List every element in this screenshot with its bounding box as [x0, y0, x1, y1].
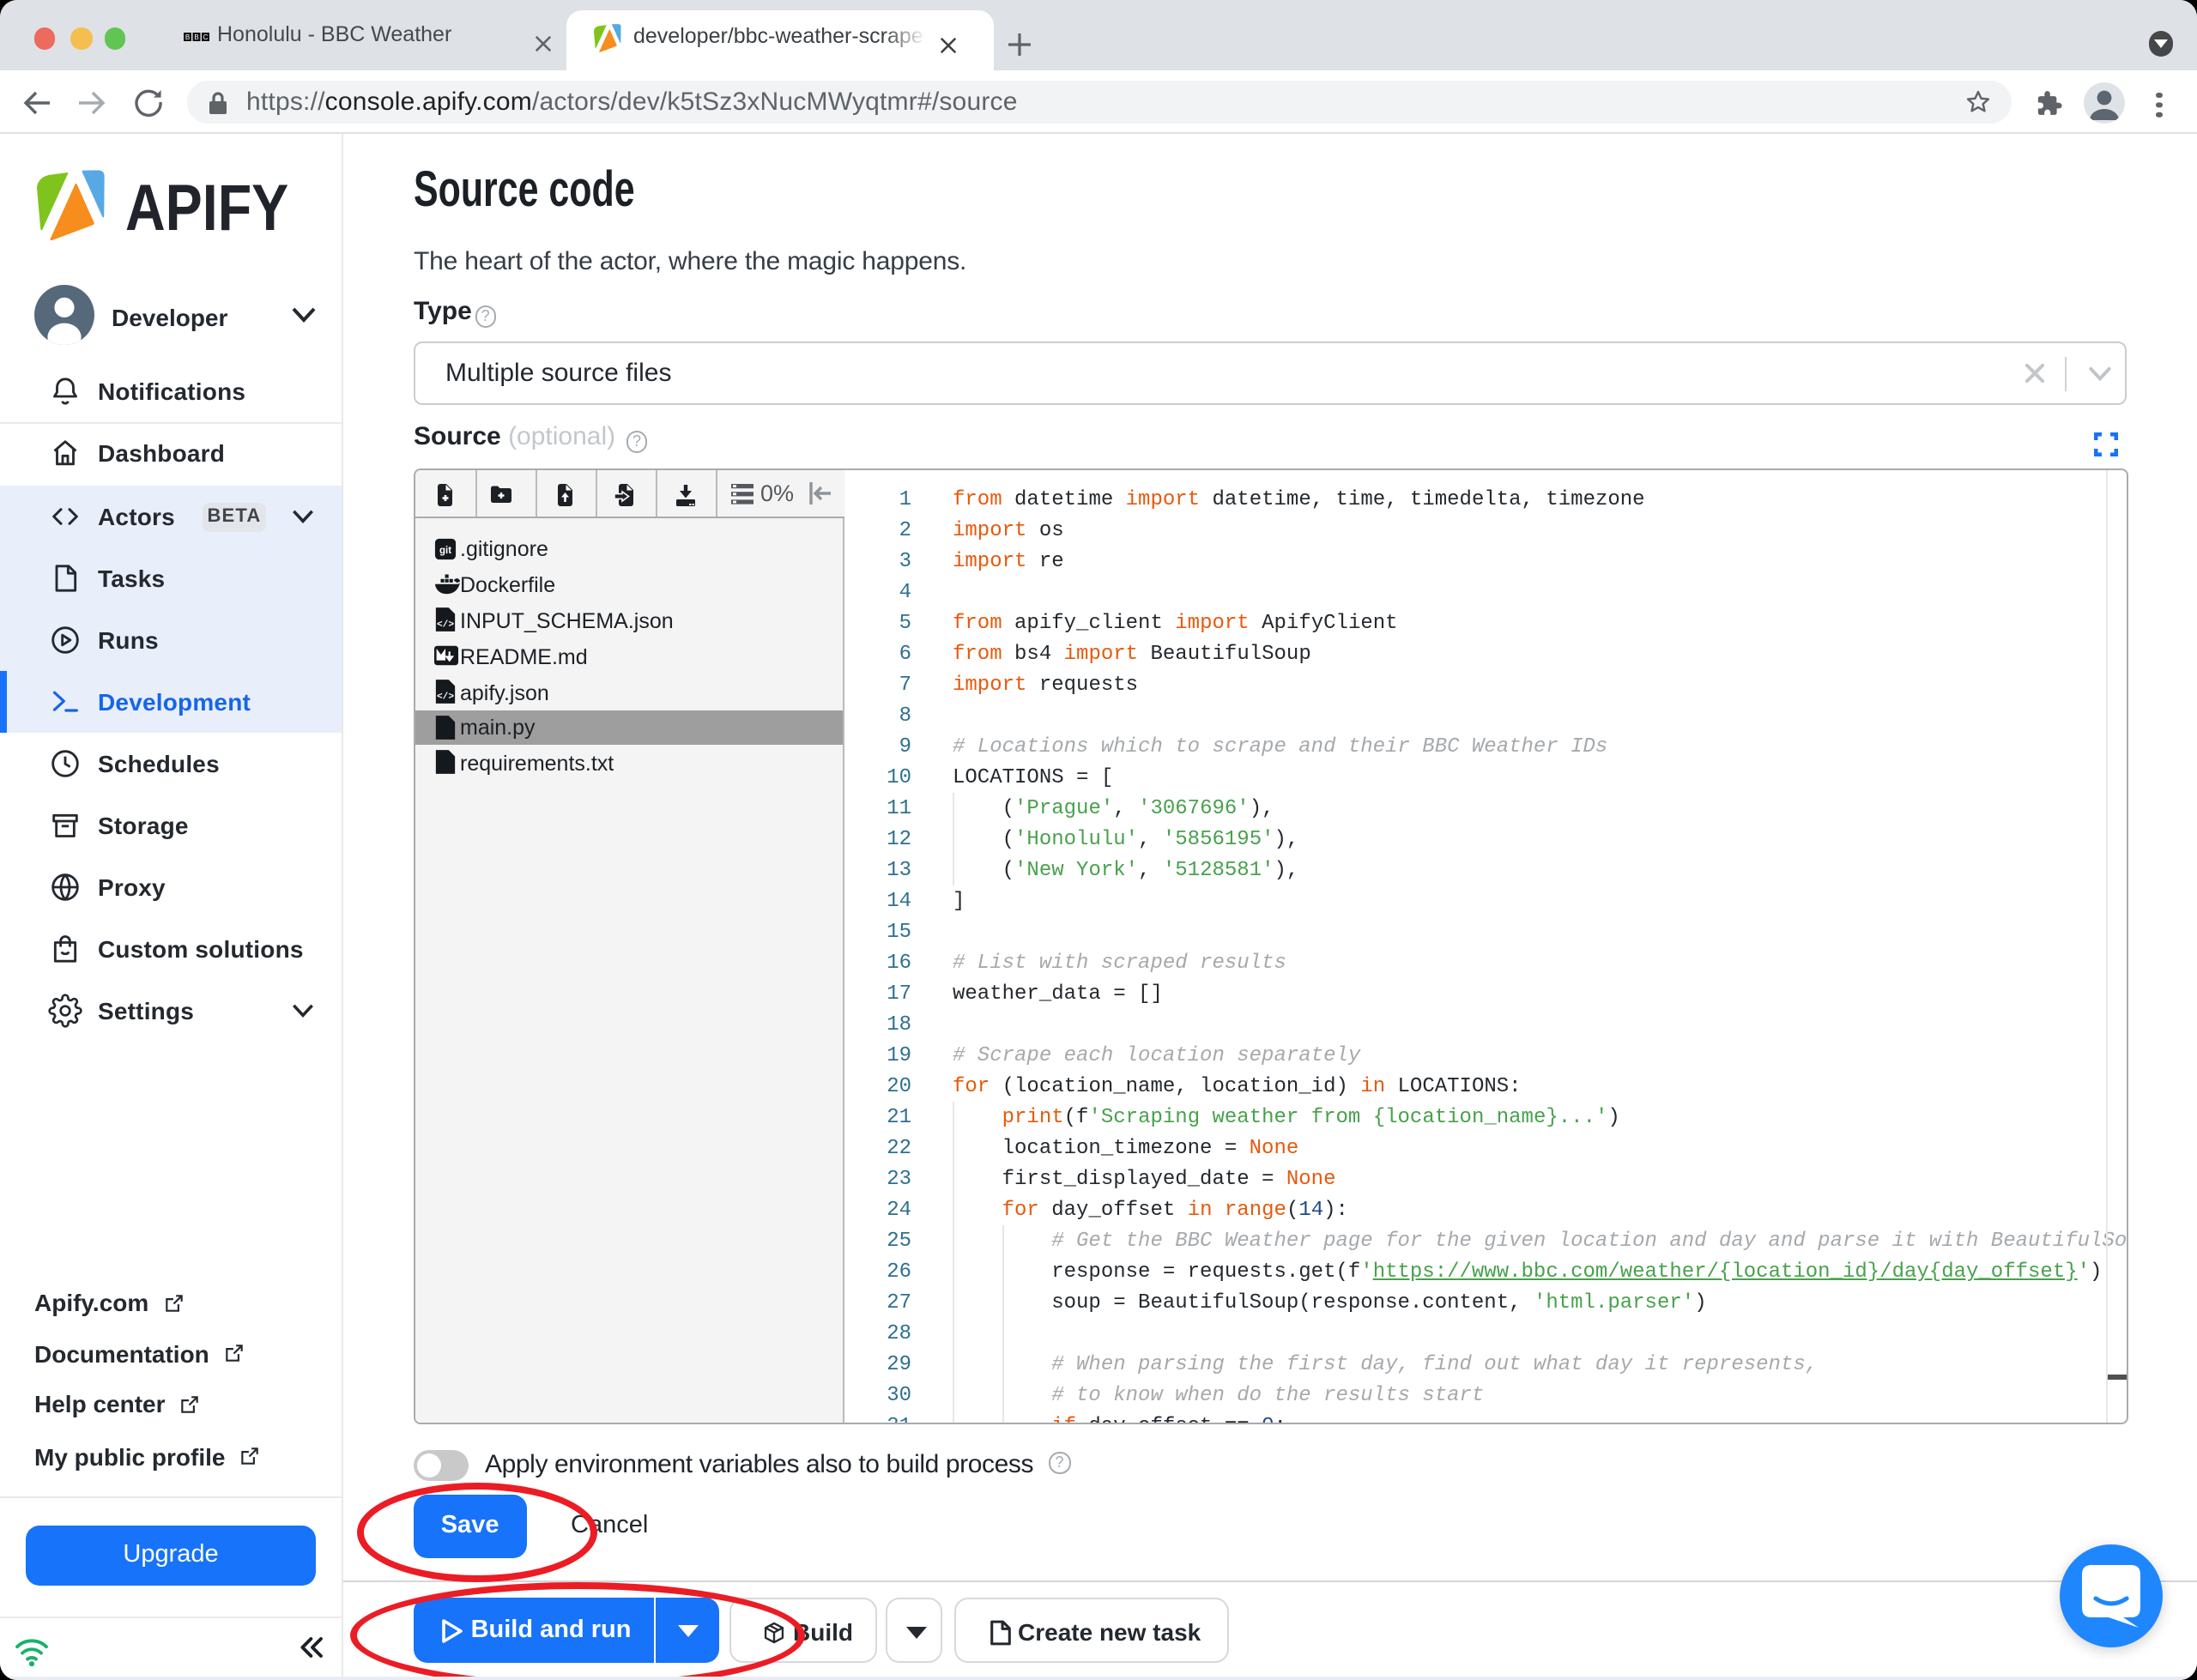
- svg-text:B: B: [185, 33, 190, 41]
- svg-text:git: git: [439, 545, 451, 555]
- svg-text:</>: </>: [437, 620, 454, 631]
- svg-text:C: C: [203, 33, 209, 41]
- svg-text:</>: </>: [437, 692, 454, 703]
- svg-text:B: B: [194, 33, 198, 41]
